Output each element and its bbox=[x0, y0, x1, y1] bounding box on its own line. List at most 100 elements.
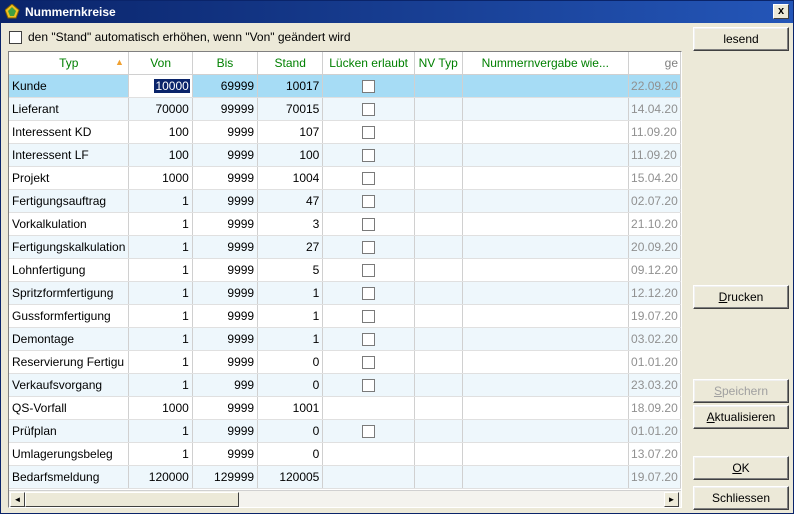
nummernkreise-grid[interactable]: Typ ▲ Von Bis Stand Lücken erlaubt NV Typ… bbox=[8, 51, 682, 508]
cell-stand[interactable]: 10017 bbox=[257, 74, 324, 98]
cell-stand[interactable]: 47 bbox=[257, 189, 324, 213]
col-header-bis[interactable]: Bis bbox=[192, 52, 259, 75]
table-row[interactable]: Fertigungskalkulation 1 9999 27 20.09.20 bbox=[9, 235, 681, 259]
scroll-left-arrow-icon[interactable]: ◄ bbox=[10, 492, 25, 507]
cell-bis[interactable]: 9999 bbox=[192, 281, 259, 305]
col-header-typ[interactable]: Typ ▲ bbox=[9, 52, 130, 75]
cell-nv-typ[interactable] bbox=[414, 166, 463, 190]
luecken-checkbox[interactable] bbox=[362, 332, 376, 346]
cell-von-editor[interactable]: 10000 bbox=[128, 74, 193, 98]
cell-von[interactable]: 1 bbox=[128, 281, 193, 305]
cell-nummernvergabe[interactable] bbox=[462, 189, 630, 213]
cell-nv-typ[interactable] bbox=[414, 396, 463, 420]
luecken-checkbox[interactable] bbox=[362, 79, 376, 93]
cell-stand[interactable]: 1001 bbox=[257, 396, 324, 420]
table-row[interactable]: Lohnfertigung 1 9999 5 09.12.20 bbox=[9, 258, 681, 282]
table-row[interactable]: Lieferant 70000 99999 70015 14.04.20 bbox=[9, 97, 681, 121]
table-row[interactable]: Spritzformfertigung 1 9999 1 12.12.20 bbox=[9, 281, 681, 305]
cell-nummernvergabe[interactable] bbox=[462, 74, 630, 98]
cell-nummernvergabe[interactable] bbox=[462, 373, 630, 397]
cell-typ[interactable]: QS-Vorfall bbox=[9, 396, 130, 420]
cell-nv-typ[interactable] bbox=[414, 465, 463, 489]
cell-nv-typ[interactable] bbox=[414, 419, 463, 443]
auto-increment-checkbox[interactable] bbox=[9, 30, 22, 44]
table-row[interactable]: Umlagerungsbeleg 1 9999 0 13.07.20 bbox=[9, 442, 681, 466]
cell-nummernvergabe[interactable] bbox=[462, 120, 630, 144]
luecken-checkbox[interactable] bbox=[362, 286, 376, 300]
cell-von[interactable]: 1 bbox=[128, 235, 193, 259]
luecken-checkbox[interactable] bbox=[362, 194, 376, 208]
cell-typ[interactable]: Gussformfertigung bbox=[9, 304, 130, 328]
cell-typ[interactable]: Demontage bbox=[9, 327, 130, 351]
cell-von[interactable]: 1000 bbox=[128, 166, 193, 190]
table-row[interactable]: Verkaufsvorgang 1 999 0 23.03.20 bbox=[9, 373, 681, 397]
col-header-stand[interactable]: Stand bbox=[257, 52, 324, 75]
cell-stand[interactable]: 1 bbox=[257, 327, 324, 351]
cell-von[interactable]: 1 bbox=[128, 304, 193, 328]
cell-typ[interactable]: Fertigungskalkulation bbox=[9, 235, 130, 259]
luecken-checkbox[interactable] bbox=[362, 171, 376, 185]
cell-nv-typ[interactable] bbox=[414, 235, 463, 259]
cell-nv-typ[interactable] bbox=[414, 120, 463, 144]
cell-nv-typ[interactable] bbox=[414, 304, 463, 328]
cell-nummernvergabe[interactable] bbox=[462, 212, 630, 236]
cell-luecken[interactable] bbox=[322, 120, 415, 144]
von-input[interactable]: 10000 bbox=[154, 78, 190, 93]
close-button[interactable]: x bbox=[773, 4, 789, 19]
cell-nv-typ[interactable] bbox=[414, 97, 463, 121]
cell-nummernvergabe[interactable] bbox=[462, 235, 630, 259]
cell-stand[interactable]: 0 bbox=[257, 419, 324, 443]
cell-von[interactable]: 1000 bbox=[128, 396, 193, 420]
cell-typ[interactable]: Bedarfsmeldung bbox=[9, 465, 130, 489]
cell-luecken[interactable] bbox=[322, 304, 415, 328]
cell-stand[interactable]: 1004 bbox=[257, 166, 324, 190]
cell-nummernvergabe[interactable] bbox=[462, 396, 630, 420]
cell-bis[interactable]: 999 bbox=[192, 373, 259, 397]
cell-stand[interactable]: 120005 bbox=[257, 465, 324, 489]
cell-typ[interactable]: Fertigungsauftrag bbox=[9, 189, 130, 213]
table-row[interactable]: QS-Vorfall 1000 9999 1001 18.09.20 bbox=[9, 396, 681, 420]
table-row[interactable]: Demontage 1 9999 1 03.02.20 bbox=[9, 327, 681, 351]
table-row[interactable]: Gussformfertigung 1 9999 1 19.07.20 bbox=[9, 304, 681, 328]
luecken-checkbox[interactable] bbox=[362, 355, 376, 369]
table-row[interactable]: Interessent KD 100 9999 107 11.09.20 bbox=[9, 120, 681, 144]
cell-von[interactable]: 100 bbox=[128, 143, 193, 167]
cell-stand[interactable]: 0 bbox=[257, 373, 324, 397]
cell-nv-typ[interactable] bbox=[414, 258, 463, 282]
cell-bis[interactable]: 69999 bbox=[192, 74, 259, 98]
cell-luecken[interactable] bbox=[322, 189, 415, 213]
drucken-button[interactable]: Drucken bbox=[693, 285, 789, 309]
luecken-checkbox[interactable] bbox=[362, 378, 376, 392]
cell-typ[interactable]: Interessent LF bbox=[9, 143, 130, 167]
cell-bis[interactable]: 129999 bbox=[192, 465, 259, 489]
speichern-button[interactable]: Speichern bbox=[693, 379, 789, 403]
lesend-button[interactable]: lesend bbox=[693, 27, 789, 51]
scrollbar-thumb[interactable] bbox=[25, 492, 239, 507]
cell-nummernvergabe[interactable] bbox=[462, 258, 630, 282]
col-header-luecken[interactable]: Lücken erlaubt bbox=[322, 52, 415, 75]
cell-bis[interactable]: 9999 bbox=[192, 327, 259, 351]
cell-bis[interactable]: 9999 bbox=[192, 304, 259, 328]
cell-typ[interactable]: Spritzformfertigung bbox=[9, 281, 130, 305]
table-row[interactable]: Reservierung Fertigu 1 9999 0 01.01.20 bbox=[9, 350, 681, 374]
col-header-nummernvergabe[interactable]: Nummernvergabe wie... bbox=[462, 52, 630, 75]
table-row[interactable]: Vorkalkulation 1 9999 3 21.10.20 bbox=[9, 212, 681, 236]
cell-stand[interactable]: 70015 bbox=[257, 97, 324, 121]
cell-typ[interactable]: Reservierung Fertigu bbox=[9, 350, 130, 374]
cell-typ[interactable]: Lohnfertigung bbox=[9, 258, 130, 282]
schliessen-button[interactable]: Schliessen bbox=[693, 486, 789, 510]
cell-typ[interactable]: Projekt bbox=[9, 166, 130, 190]
luecken-checkbox[interactable] bbox=[362, 148, 376, 162]
cell-bis[interactable]: 9999 bbox=[192, 189, 259, 213]
cell-von[interactable]: 100 bbox=[128, 120, 193, 144]
cell-stand[interactable]: 100 bbox=[257, 143, 324, 167]
cell-bis[interactable]: 9999 bbox=[192, 120, 259, 144]
cell-bis[interactable]: 9999 bbox=[192, 166, 259, 190]
cell-stand[interactable]: 0 bbox=[257, 350, 324, 374]
cell-nv-typ[interactable] bbox=[414, 74, 463, 98]
cell-nummernvergabe[interactable] bbox=[462, 327, 630, 351]
cell-typ[interactable]: Vorkalkulation bbox=[9, 212, 130, 236]
cell-luecken[interactable] bbox=[322, 166, 415, 190]
scroll-right-arrow-icon[interactable]: ► bbox=[664, 492, 679, 507]
cell-nv-typ[interactable] bbox=[414, 212, 463, 236]
